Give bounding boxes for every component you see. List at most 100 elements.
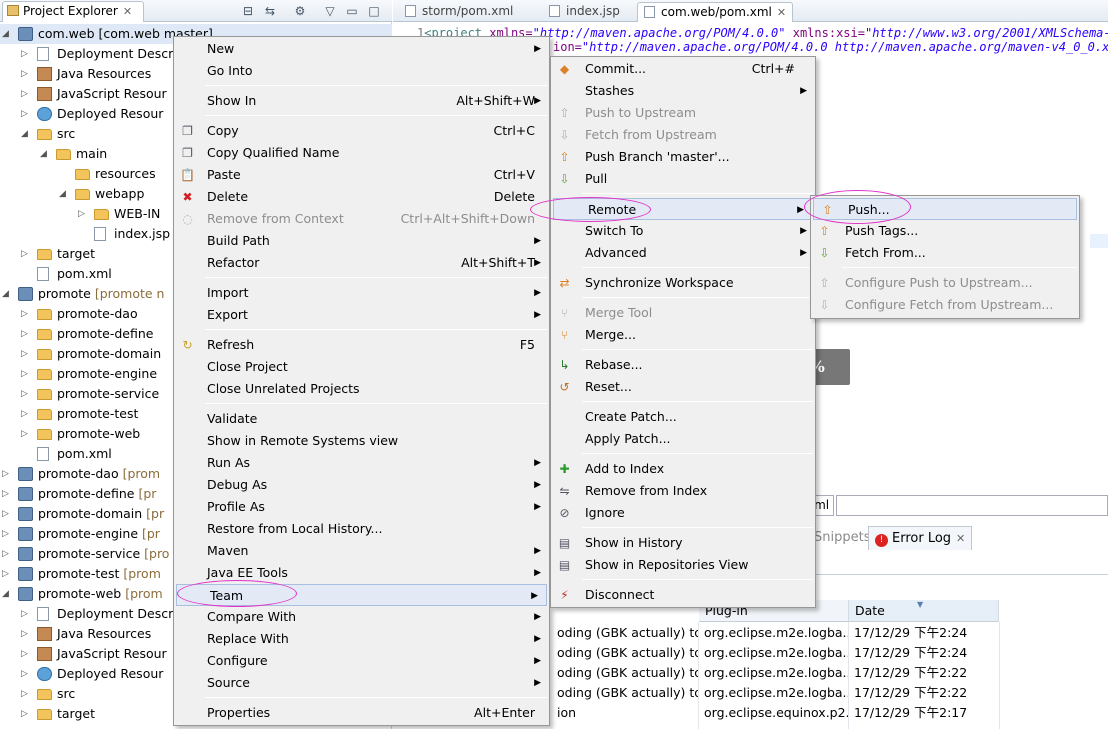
log-plugin-cell[interactable]: org.eclipse.m2e.logba...: [704, 663, 848, 683]
tab-storm-pom[interactable]: storm/pom.xml: [399, 2, 519, 22]
close-icon[interactable]: ✕: [956, 532, 965, 545]
expanded-twisty-icon[interactable]: ◢: [2, 284, 12, 304]
expanded-twisty-icon[interactable]: ◢: [2, 24, 12, 44]
menu-item-apply-patch[interactable]: Apply Patch...: [551, 428, 815, 450]
menu-item-delete[interactable]: ✖ Delete Delete: [174, 186, 549, 208]
menu-item-push[interactable]: ⇧ Push...: [813, 198, 1077, 220]
menu-item-compare-with[interactable]: Compare With ▶: [174, 606, 549, 628]
log-plugin-cell[interactable]: org.eclipse.m2e.logba...: [704, 623, 848, 643]
filter-icon[interactable]: ⚙: [292, 3, 308, 19]
collapsed-twisty-icon[interactable]: ▷: [21, 424, 31, 444]
log-date-cell[interactable]: 17/12/29 下午2:22: [854, 663, 1000, 683]
menu-item-ignore[interactable]: ⊘ Ignore: [551, 502, 815, 524]
collapsed-twisty-icon[interactable]: ▷: [21, 704, 31, 724]
menu-item-export[interactable]: Export ▶: [174, 304, 549, 326]
expanded-twisty-icon[interactable]: ◢: [59, 184, 69, 204]
collapsed-twisty-icon[interactable]: ▷: [21, 44, 31, 64]
menu-item-import[interactable]: Import ▶: [174, 282, 549, 304]
collapsed-twisty-icon[interactable]: ▷: [21, 604, 31, 624]
collapsed-twisty-icon[interactable]: ▷: [21, 244, 31, 264]
menu-item-copy[interactable]: ❐ Copy Ctrl+C: [174, 120, 549, 142]
menu-item-properties[interactable]: Properties Alt+Enter: [174, 702, 549, 724]
collapse-all-icon[interactable]: ⊟: [240, 3, 256, 19]
menu-item-restore-from-local-history[interactable]: Restore from Local History...: [174, 518, 549, 540]
menu-item-remote[interactable]: Remote ▶: [553, 198, 813, 220]
menu-item-merge[interactable]: ⑂ Merge...: [551, 324, 815, 346]
close-icon[interactable]: ✕: [777, 6, 786, 19]
menu-item-show-in-remote-systems-view[interactable]: Show in Remote Systems view: [174, 430, 549, 452]
log-date-cell[interactable]: 17/12/29 下午2:22: [854, 683, 1000, 703]
collapsed-twisty-icon[interactable]: ▷: [78, 204, 88, 224]
menu-item-show-in-repositories-view[interactable]: ▤ Show in Repositories View: [551, 554, 815, 576]
collapsed-twisty-icon[interactable]: ▷: [21, 324, 31, 344]
menu-item-pull[interactable]: ⇩ Pull: [551, 168, 815, 190]
log-message-cell[interactable]: ion: [557, 703, 698, 723]
collapsed-twisty-icon[interactable]: ▷: [21, 364, 31, 384]
collapsed-twisty-icon[interactable]: ▷: [2, 564, 12, 584]
menu-item-configure[interactable]: Configure ▶: [174, 650, 549, 672]
collapsed-twisty-icon[interactable]: ▷: [2, 484, 12, 504]
column-header-date[interactable]: ▼ Date: [849, 600, 999, 622]
menu-item-add-to-index[interactable]: ✚ Add to Index: [551, 458, 815, 480]
log-plugin-cell[interactable]: org.eclipse.m2e.logba...: [704, 683, 848, 703]
collapsed-twisty-icon[interactable]: ▷: [21, 404, 31, 424]
menu-item-team[interactable]: Team ▶: [176, 584, 547, 606]
collapsed-twisty-icon[interactable]: ▷: [2, 504, 12, 524]
menu-item-synchronize-workspace[interactable]: ⇄ Synchronize Workspace: [551, 272, 815, 294]
menu-item-advanced[interactable]: Advanced ▶: [551, 242, 815, 264]
menu-item-build-path[interactable]: Build Path ▶: [174, 230, 549, 252]
menu-item-run-as[interactable]: Run As ▶: [174, 452, 549, 474]
tab-index-jsp[interactable]: index.jsp: [543, 2, 626, 22]
expanded-twisty-icon[interactable]: ◢: [21, 124, 31, 144]
menu-item-push-tags[interactable]: ⇧ Push Tags...: [811, 220, 1079, 242]
log-plugin-cell[interactable]: org.eclipse.equinox.p2...: [704, 703, 848, 723]
expanded-twisty-icon[interactable]: ◢: [2, 584, 12, 604]
menu-item-refactor[interactable]: Refactor Alt+Shift+T ▶: [174, 252, 549, 274]
collapsed-twisty-icon[interactable]: ▷: [21, 104, 31, 124]
tab-project-explorer[interactable]: Project Explorer ✕: [2, 1, 144, 22]
log-date-cell[interactable]: 17/12/29 下午2:24: [854, 643, 1000, 663]
menu-item-paste[interactable]: 📋 Paste Ctrl+V: [174, 164, 549, 186]
menu-item-go-into[interactable]: Go Into: [174, 60, 549, 82]
menu-item-replace-with[interactable]: Replace With ▶: [174, 628, 549, 650]
menu-item-switch-to[interactable]: Switch To ▶: [551, 220, 815, 242]
collapsed-twisty-icon[interactable]: ▷: [2, 464, 12, 484]
tab-error-log[interactable]: ! Error Log ✕: [868, 526, 973, 550]
collapsed-twisty-icon[interactable]: ▷: [21, 64, 31, 84]
menu-item-refresh[interactable]: ↻ Refresh F5: [174, 334, 549, 356]
menu-item-stashes[interactable]: Stashes ▶: [551, 80, 815, 102]
log-message-cell[interactable]: oding (GBK actually) to c: [557, 683, 698, 703]
menu-item-java-ee-tools[interactable]: Java EE Tools ▶: [174, 562, 549, 584]
menu-item-reset[interactable]: ↺ Reset...: [551, 376, 815, 398]
log-date-cell[interactable]: 17/12/29 下午2:17: [854, 703, 1000, 723]
log-message-cell[interactable]: oding (GBK actually) to c: [557, 663, 698, 683]
collapsed-twisty-icon[interactable]: ▷: [21, 344, 31, 364]
menu-item-close-project[interactable]: Close Project: [174, 356, 549, 378]
collapsed-twisty-icon[interactable]: ▷: [21, 84, 31, 104]
tab-com-web-pom[interactable]: com.web/pom.xml ✕: [637, 2, 794, 22]
menu-item-maven[interactable]: Maven ▶: [174, 540, 549, 562]
log-date-cell[interactable]: 17/12/29 下午2:24: [854, 623, 1000, 643]
collapsed-twisty-icon[interactable]: ▷: [2, 524, 12, 544]
menu-item-disconnect[interactable]: ⚡ Disconnect: [551, 584, 815, 606]
menu-item-commit[interactable]: ◆ Commit... Ctrl+#: [551, 58, 815, 80]
collapsed-twisty-icon[interactable]: ▷: [21, 644, 31, 664]
menu-item-source[interactable]: Source ▶: [174, 672, 549, 694]
menu-item-remove-from-index[interactable]: ⇋ Remove from Index: [551, 480, 815, 502]
menu-item-debug-as[interactable]: Debug As ▶: [174, 474, 549, 496]
log-message-cell[interactable]: oding (GBK actually) to c: [557, 643, 698, 663]
menu-item-fetch-from[interactable]: ⇩ Fetch From...: [811, 242, 1079, 264]
menu-item-push-branch-master[interactable]: ⇧ Push Branch 'master'...: [551, 146, 815, 168]
collapsed-twisty-icon[interactable]: ▷: [21, 304, 31, 324]
menu-item-validate[interactable]: Validate: [174, 408, 549, 430]
menu-item-close-unrelated-projects[interactable]: Close Unrelated Projects: [174, 378, 549, 400]
collapsed-twisty-icon[interactable]: ▷: [21, 664, 31, 684]
log-message-cell[interactable]: oding (GBK actually) to c: [557, 623, 698, 643]
menu-item-create-patch[interactable]: Create Patch...: [551, 406, 815, 428]
expanded-twisty-icon[interactable]: ◢: [40, 144, 50, 164]
log-plugin-cell[interactable]: org.eclipse.m2e.logba...: [704, 643, 848, 663]
menu-item-show-in[interactable]: Show In Alt+Shift+W ▶: [174, 90, 549, 112]
tab-snippets[interactable]: Snippets: [814, 526, 870, 550]
menu-item-new[interactable]: New ▶: [174, 38, 549, 60]
collapsed-twisty-icon[interactable]: ▷: [2, 544, 12, 564]
